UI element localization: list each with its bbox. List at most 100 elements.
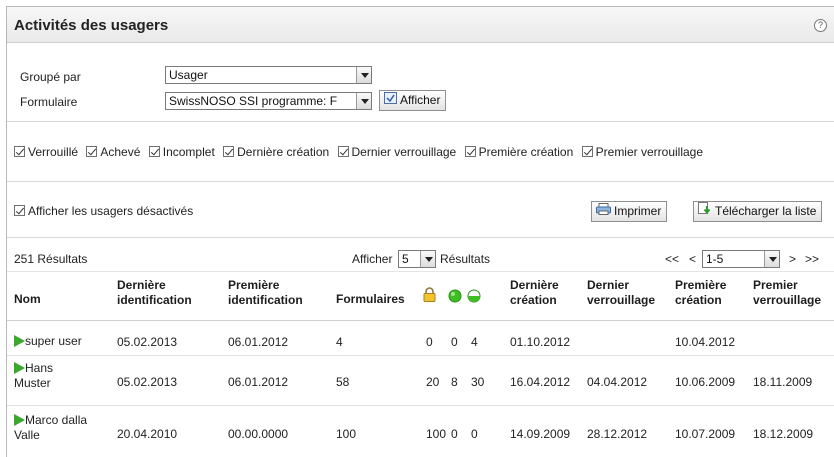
chevron-down-icon (356, 67, 371, 83)
cell-incomplete: 0 (471, 427, 478, 441)
checkbox-checked-icon (14, 146, 25, 157)
incomplete-icon (467, 289, 481, 307)
col-last-created[interactable]: Dernière création (510, 278, 559, 308)
checkbox-checked-icon (464, 146, 476, 157)
user-link[interactable]: super user (14, 334, 82, 349)
show-button-label: Afficher (400, 93, 441, 107)
col-first-created[interactable]: Première création (675, 278, 726, 308)
divider (7, 237, 834, 238)
checkbox-checked-icon (581, 146, 593, 157)
column-filters: Verrouillé Achevé Incomplet Dernière cré… (14, 145, 708, 159)
checkbox-checked-icon (86, 146, 98, 157)
print-button[interactable]: Imprimer (591, 201, 668, 222)
show-disabled-toggle[interactable]: Afficher les usagers désactivés (14, 204, 193, 218)
chevron-down-icon (356, 93, 371, 109)
col-name[interactable]: Nom (14, 292, 41, 307)
cell-first-login: 00.00.0000 (228, 427, 289, 441)
download-button-label: Télécharger la liste (715, 204, 817, 218)
print-button-label: Imprimer (614, 204, 662, 218)
divider (7, 271, 834, 272)
play-icon (14, 335, 25, 347)
checkbox-checked-icon (148, 146, 160, 157)
col-first-locked[interactable]: Premier verrouillage (753, 278, 821, 308)
checkbox-checked-icon (14, 205, 25, 216)
checkbox-checked-icon (223, 146, 235, 157)
col-last-locked[interactable]: Dernier verrouillage (587, 278, 655, 308)
cell-incomplete: 4 (471, 335, 478, 349)
divider (7, 320, 834, 321)
group-by-label: Groupé par (20, 70, 81, 84)
results-label: Résultats (440, 252, 491, 266)
cell-last-locked: 04.04.2012 (587, 375, 648, 389)
last-page-link[interactable]: >> (805, 252, 819, 266)
cell-forms: 58 (336, 375, 350, 389)
per-page-select[interactable]: 5 (398, 250, 436, 268)
panel-header: Activités des usagers ? (7, 7, 834, 43)
complete-icon (448, 289, 462, 307)
cell-last-created: 16.04.2012 (510, 375, 571, 389)
form-select[interactable]: SwissNOSO SSI programme: F (165, 92, 372, 110)
cell-forms: 100 (336, 427, 357, 441)
page-range-select[interactable]: 1-5 (702, 250, 780, 268)
user-link[interactable]: Hans Muster (14, 361, 53, 391)
cell-first-created: 10.06.2009 (675, 375, 736, 389)
chevron-down-icon (420, 251, 435, 267)
next-page-link[interactable]: > (789, 252, 796, 266)
col-first-login[interactable]: Première identification (228, 278, 303, 308)
results-count: 251 Résultats (14, 252, 88, 266)
cell-last-created: 01.10.2012 (510, 335, 571, 349)
user-activity-panel: Activités des usagers ? Groupé par Usage… (6, 6, 834, 457)
cell-first-login: 06.01.2012 (228, 335, 289, 349)
checkbox-checked-icon (337, 146, 349, 157)
show-button[interactable]: Afficher (379, 90, 447, 111)
cell-last-locked: 28.12.2012 (587, 427, 648, 441)
printer-icon (596, 202, 611, 221)
page-range-value: 1-5 (706, 252, 724, 266)
col-forms[interactable]: Formulaires (336, 292, 405, 307)
per-page-label: Afficher (352, 252, 393, 266)
divider (7, 121, 834, 122)
cell-last-login: 20.04.2010 (117, 427, 178, 441)
cell-complete: 0 (451, 427, 458, 441)
filter-locked[interactable]: Verrouillé (14, 145, 78, 159)
lock-icon (423, 287, 436, 306)
cell-first-locked: 18.12.2009 (753, 427, 814, 441)
form-label: Formulaire (20, 95, 78, 109)
download-list-button[interactable]: Télécharger la liste (693, 201, 823, 222)
refresh-icon (384, 91, 397, 110)
cell-forms: 4 (336, 335, 343, 349)
download-icon (698, 202, 712, 221)
play-icon (14, 362, 25, 374)
cell-last-login: 05.02.2013 (117, 375, 178, 389)
cell-last-login: 05.02.2013 (117, 335, 178, 349)
cell-first-login: 06.01.2012 (228, 375, 289, 389)
prev-page-link[interactable]: < (689, 252, 696, 266)
cell-complete: 8 (451, 375, 458, 389)
first-page-link[interactable]: << (665, 252, 679, 266)
cell-last-created: 14.09.2009 (510, 427, 571, 441)
cell-locked: 20 (426, 375, 440, 389)
cell-locked: 100 (426, 427, 447, 441)
group-by-value: Usager (169, 68, 208, 82)
filter-first-locked[interactable]: Premier verrouillage (581, 145, 703, 159)
user-link[interactable]: Marco dalla Valle (14, 413, 87, 443)
form-value: SwissNOSO SSI programme: F (169, 94, 338, 108)
help-icon[interactable]: ? (814, 19, 827, 32)
divider (7, 405, 834, 406)
divider (7, 181, 834, 182)
col-last-login[interactable]: Dernière identification (117, 278, 192, 308)
cell-first-created: 10.07.2009 (675, 427, 736, 441)
filter-last-locked[interactable]: Dernier verrouillage (337, 145, 456, 159)
cell-complete: 0 (451, 335, 458, 349)
cell-first-created: 10.04.2012 (675, 335, 736, 349)
cell-incomplete: 30 (471, 375, 485, 389)
group-by-select[interactable]: Usager (165, 66, 372, 84)
per-page-value: 5 (402, 252, 409, 266)
filter-incomplete[interactable]: Incomplet (148, 145, 215, 159)
page-title: Activités des usagers (14, 17, 169, 34)
divider (7, 355, 834, 356)
filter-complete[interactable]: Achevé (86, 145, 140, 159)
filter-first-created[interactable]: Première création (464, 145, 573, 159)
filter-last-created[interactable]: Dernière création (223, 145, 329, 159)
cell-first-locked: 18.11.2009 (753, 375, 813, 389)
